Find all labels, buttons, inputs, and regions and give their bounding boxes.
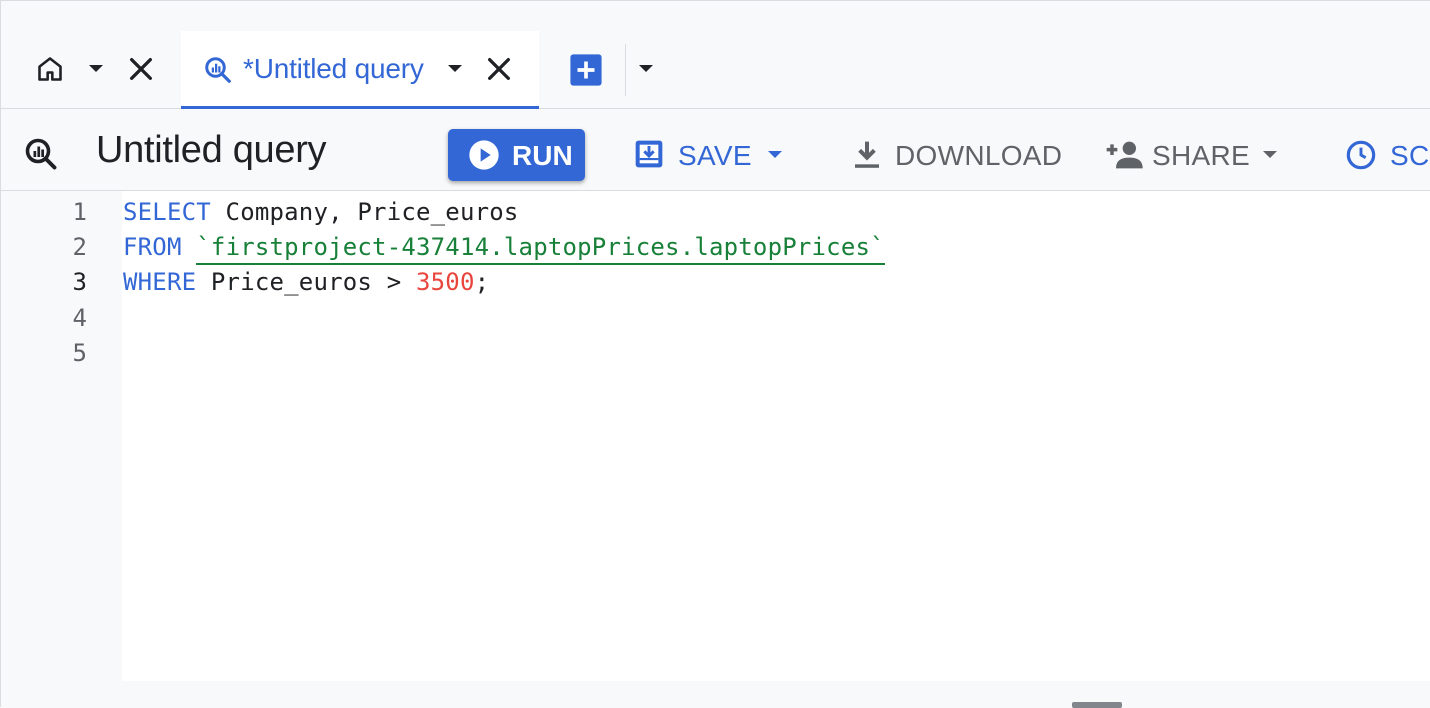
- code-line-3[interactable]: WHERE Price_euros > 3500;: [123, 268, 489, 296]
- line-number-gutter: 1 2 3 4 5: [1, 191, 122, 681]
- run-button[interactable]: RUN: [448, 129, 585, 181]
- home-tab[interactable]: [1, 31, 177, 109]
- caret-down-icon[interactable]: [1260, 148, 1280, 162]
- resize-handle[interactable]: [1072, 702, 1122, 708]
- query-icon: [205, 57, 231, 83]
- close-icon[interactable]: [485, 55, 513, 83]
- code-text: Company, Price_euros: [210, 198, 519, 226]
- tab-untitled-query[interactable]: *Untitled query: [181, 31, 539, 109]
- code-text: Price_euros >: [196, 268, 416, 296]
- sql-keyword: WHERE: [123, 268, 197, 296]
- line-number: 5: [72, 339, 87, 367]
- caret-down-icon[interactable]: [86, 62, 106, 76]
- share-label: SHARE: [1152, 140, 1250, 171]
- run-label: RUN: [512, 140, 573, 171]
- save-button[interactable]: SAVE: [633, 129, 793, 181]
- schedule-button[interactable]: SCHEDULE: [1345, 129, 1430, 181]
- save-label: SAVE: [678, 140, 752, 171]
- tab-bar: *Untitled query: [1, 1, 1430, 109]
- code-text: ;: [474, 268, 490, 296]
- caret-down-icon[interactable]: [445, 62, 465, 76]
- caret-down-icon[interactable]: [765, 148, 785, 162]
- schedule-clock-icon: [1346, 140, 1376, 170]
- download-icon: [855, 141, 879, 168]
- table-reference[interactable]: `firstproject-437414.laptopPrices.laptop…: [196, 233, 885, 265]
- bottom-strip: [1, 681, 1430, 708]
- number-literal: 3500: [416, 268, 475, 296]
- sql-keyword: FROM: [123, 233, 182, 261]
- download-label: DOWNLOAD: [895, 140, 1063, 171]
- line-number: 1: [72, 198, 87, 226]
- play-circle-icon: [469, 140, 499, 170]
- line-number: 4: [72, 304, 87, 332]
- sql-keyword: SELECT: [123, 198, 211, 226]
- query-title: Untitled query: [96, 129, 327, 171]
- query-icon: [25, 138, 57, 170]
- more-tabs-caret-icon[interactable]: [635, 62, 657, 76]
- line-number: 2: [72, 233, 87, 261]
- home-icon[interactable]: [36, 55, 64, 83]
- close-icon[interactable]: [127, 55, 155, 83]
- tab-divider: [625, 44, 626, 96]
- add-box-icon[interactable]: [569, 53, 603, 87]
- sql-editor[interactable]: 1 2 3 4 5 SELECT Company, Price_euros FR…: [1, 191, 1430, 681]
- line-number-active: 3: [72, 268, 87, 296]
- schedule-label: SCHEDULE: [1390, 140, 1430, 171]
- save-icon: [635, 140, 663, 168]
- download-button[interactable]: DOWNLOAD: [851, 129, 1063, 181]
- tab-title: *Untitled query: [243, 53, 424, 84]
- code-line-1[interactable]: SELECT Company, Price_euros: [123, 198, 519, 226]
- query-toolbar: Untitled query RUN SAVE DOWNLOAD SHARE S…: [1, 109, 1430, 191]
- person-add-icon: [1106, 141, 1143, 169]
- code-line-2[interactable]: FROM `firstproject-437414.laptopPrices.l…: [123, 233, 885, 265]
- share-button[interactable]: SHARE: [1105, 129, 1285, 181]
